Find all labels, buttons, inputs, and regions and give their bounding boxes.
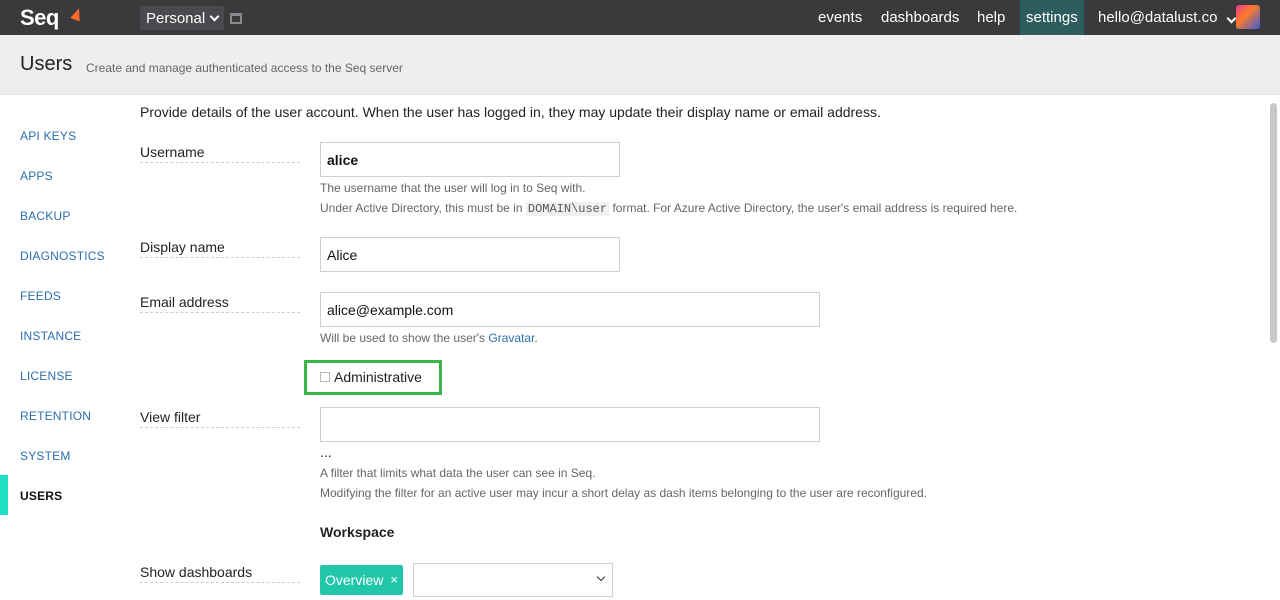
sidebar-item-license[interactable]: LICENSE [20, 369, 73, 383]
page-subtitle: Create and manage authenticated access t… [86, 61, 403, 75]
view-filter-help: A filter that limits what data the user … [320, 466, 596, 480]
nav-help[interactable]: help [971, 0, 1011, 35]
username-help-ad-prefix: Under Active Directory, this must be in [320, 201, 523, 215]
view-filter-label: View filter [140, 409, 300, 428]
username-input[interactable] [320, 142, 620, 177]
sidebar-item-feeds[interactable]: FEEDS [20, 289, 61, 303]
sidebar-item-users[interactable]: USERS [20, 489, 62, 503]
username-help-ad-code: DOMAIN\user [525, 202, 610, 216]
building-icon[interactable] [230, 13, 242, 24]
email-label: Email address [140, 294, 300, 313]
workspace-selector[interactable]: Personal [140, 6, 225, 30]
gravatar-link[interactable]: Gravatar [488, 331, 534, 345]
sidebar-item-apps[interactable]: APPS [20, 169, 53, 183]
nav-dashboards[interactable]: dashboards [875, 0, 965, 35]
workspace-section-title: Workspace [320, 524, 395, 540]
top-bar: Seq Personal events dashboards help sett… [0, 0, 1280, 35]
active-item-marker [0, 475, 8, 515]
show-dashboards-label: Show dashboards [140, 564, 300, 583]
seq-logo-mark-icon [70, 6, 84, 22]
remove-tag-icon[interactable]: × [390, 565, 398, 595]
page-title: Users [20, 53, 73, 75]
sidebar-item-api-keys[interactable]: API KEYS [20, 129, 76, 143]
sidebar-item-retention[interactable]: RETENTION [20, 409, 91, 423]
username-help: The username that the user will log in t… [320, 181, 586, 195]
username-help-ad: Under Active Directory, this must be in … [320, 201, 1017, 216]
nav-events[interactable]: events [812, 0, 868, 35]
chevron-down-icon [1226, 13, 1237, 24]
dashboard-select[interactable] [413, 563, 613, 597]
email-help: Will be used to show the user's Gravatar… [320, 331, 538, 345]
user-email: hello@datalust.co [1098, 9, 1218, 26]
nav-settings[interactable]: settings [1020, 0, 1084, 35]
avatar[interactable] [1236, 5, 1260, 29]
view-filter-help-2: Modifying the filter for an active user … [320, 486, 927, 500]
sidebar-item-system[interactable]: SYSTEM [20, 449, 71, 463]
sidebar-item-backup[interactable]: BACKUP [20, 209, 71, 223]
view-filter-input[interactable] [320, 407, 820, 442]
display-name-input[interactable] [320, 237, 620, 272]
vertical-scrollbar[interactable] [1270, 103, 1277, 343]
dashboard-tag-overview: Overview × [320, 565, 403, 595]
display-name-label: Display name [140, 239, 300, 258]
email-help-prefix: Will be used to show the user's [320, 331, 486, 345]
administrative-label[interactable]: Administrative [334, 369, 422, 385]
sidebar-item-instance[interactable]: INSTANCE [20, 329, 81, 343]
seq-logo[interactable]: Seq [20, 5, 59, 31]
sidebar-item-diagnostics[interactable]: DIAGNOSTICS [20, 249, 105, 263]
administrative-checkbox[interactable] [320, 372, 330, 382]
username-label: Username [140, 144, 300, 163]
email-help-suffix: . [534, 331, 538, 345]
chevron-down-icon [596, 572, 606, 582]
view-filter-ellipsis: ... [320, 444, 332, 460]
workspace-label: Personal [146, 9, 206, 27]
email-input[interactable] [320, 292, 820, 327]
dashboard-tag-label: Overview [325, 572, 384, 588]
form-intro: Provide details of the user account. Whe… [140, 104, 881, 120]
username-help-ad-suffix: format. For Azure Active Directory, the … [612, 201, 1018, 215]
chevron-down-icon [209, 11, 220, 21]
user-menu[interactable]: hello@datalust.co [1092, 0, 1241, 35]
